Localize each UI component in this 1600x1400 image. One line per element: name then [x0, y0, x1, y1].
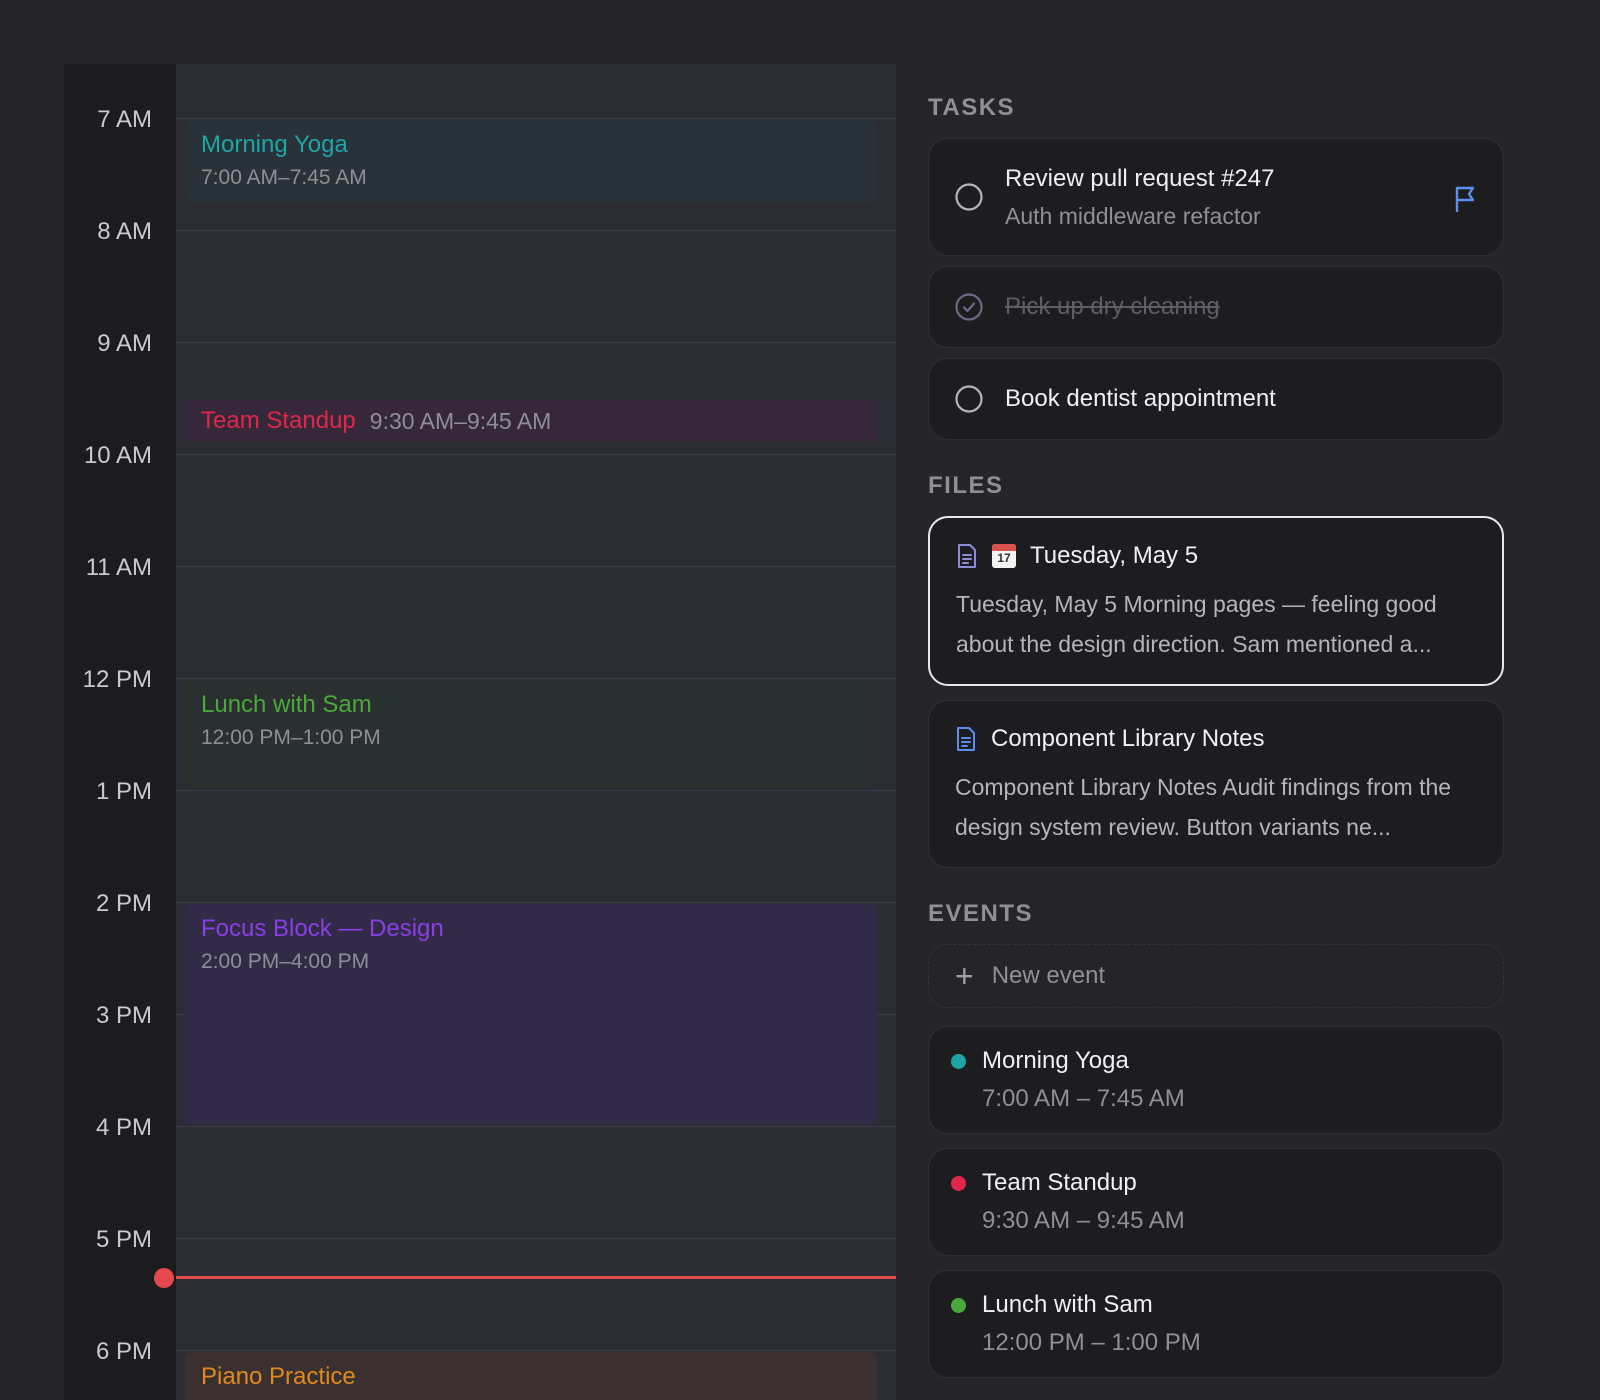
current-time-line [176, 1276, 896, 1279]
event-time: 12:00 PM–1:00 PM [201, 726, 381, 749]
hour-label: 11 AM [85, 554, 152, 581]
task-title: Review pull request #247 [1005, 164, 1275, 192]
event-time: 7:00 AM – 7:45 AM [982, 1085, 1185, 1112]
event-time: 12:00 PM – 1:00 PM [982, 1329, 1201, 1356]
time-gutter [64, 64, 176, 1400]
file-preview: Tuesday, May 5 Morning pages — feeling g… [956, 591, 1437, 657]
hour-label: 4 PM [95, 1114, 152, 1141]
event-color-dot [951, 1175, 966, 1191]
hour-label: 7 AM [97, 106, 152, 133]
event-list-item[interactable]: Morning Yoga 7:00 AM – 7:45 AM [928, 1026, 1504, 1134]
event-time: 9:30 AM – 9:45 AM [982, 1207, 1185, 1234]
event-title: Team Standup [201, 407, 356, 434]
task-checkbox-icon[interactable] [955, 183, 983, 211]
hour-label: 1 PM [95, 778, 152, 805]
event-title: Lunch with Sam [201, 691, 372, 718]
event-title: Team Standup [982, 1169, 1137, 1196]
hour-line [176, 902, 896, 903]
day-calendar[interactable]: 7 AM 8 AM 9 AM 10 AM 11 AM 12 PM 1 PM 2 … [64, 64, 896, 1400]
calendar-event-lunch-with-sam[interactable]: Lunch with Sam 12:00 PM–1:00 PM [185, 680, 877, 788]
files-heading: FILES [928, 472, 1004, 499]
plus-icon: + [955, 958, 974, 994]
event-color-dot [951, 1053, 966, 1069]
hour-line [176, 1238, 896, 1239]
calendar-event-morning-yoga[interactable]: Morning Yoga 7:00 AM–7:45 AM [185, 120, 877, 202]
event-time: 2:00 PM–4:00 PM [201, 950, 370, 973]
hour-line [176, 1350, 896, 1351]
new-event-label: New event [991, 962, 1106, 989]
document-icon [957, 727, 975, 751]
task-completed-icon[interactable] [955, 293, 983, 321]
side-panel: TASKS Review pull request #247 Auth midd… [928, 64, 1504, 1392]
event-title: Piano Practice [201, 1363, 356, 1390]
events-heading: EVENTS [928, 900, 1034, 927]
hour-line [176, 678, 896, 679]
file-preview: Component Library Notes Audit findings f… [955, 774, 1452, 840]
task-checkbox-icon[interactable] [955, 385, 983, 413]
hour-label: 3 PM [95, 1002, 152, 1029]
hour-label: 8 AM [97, 218, 152, 245]
calendar-event-piano-practice[interactable]: Piano Practice [185, 1352, 877, 1400]
calendar-event-team-standup[interactable]: Team Standup 9:30 AM–9:45 AM [185, 400, 877, 442]
hour-label: 5 PM [95, 1226, 152, 1253]
hour-line [176, 790, 896, 791]
task-item[interactable]: Review pull request #247 Auth middleware… [928, 138, 1504, 256]
file-title: Tuesday, May 5 [1030, 542, 1199, 569]
hour-line [176, 1126, 896, 1127]
file-title: Component Library Notes [991, 725, 1265, 752]
file-item[interactable]: Component Library Notes Component Librar… [928, 700, 1504, 868]
flag-icon[interactable] [1453, 185, 1479, 213]
event-list-item[interactable]: Lunch with Sam 12:00 PM – 1:00 PM [928, 1270, 1504, 1378]
task-item[interactable]: Book dentist appointment [928, 358, 1504, 440]
hour-label: 12 PM [82, 666, 152, 693]
hour-line [176, 454, 896, 455]
file-item[interactable]: 17 Tuesday, May 5 Tuesday, May 5 Morning… [928, 516, 1504, 686]
hour-line [176, 342, 896, 343]
event-title: Morning Yoga [201, 131, 348, 158]
hour-line [176, 118, 896, 119]
tasks-heading: TASKS [928, 94, 1016, 121]
hour-line [176, 230, 896, 231]
event-color-dot [951, 1297, 966, 1313]
task-item[interactable]: Pick up dry cleaning [928, 266, 1504, 348]
calendar-emoji-icon: 17 [992, 544, 1016, 568]
task-title: Pick up dry cleaning [1005, 293, 1220, 320]
task-subtitle: Auth middleware refactor [1005, 202, 1261, 229]
hour-label: 6 PM [95, 1338, 152, 1365]
event-title: Lunch with Sam [982, 1291, 1153, 1318]
hour-line [176, 566, 896, 567]
event-title: Focus Block — Design [201, 915, 444, 942]
event-title: Morning Yoga [982, 1047, 1129, 1074]
event-time: 9:30 AM–9:45 AM [369, 407, 552, 434]
new-event-button[interactable]: + New event [928, 944, 1504, 1008]
document-icon [958, 544, 976, 568]
event-list-item[interactable]: Team Standup 9:30 AM – 9:45 AM [928, 1148, 1504, 1256]
event-time: 7:00 AM–7:45 AM [201, 166, 367, 189]
current-time-dot [154, 1268, 174, 1288]
calendar-event-focus-block[interactable]: Focus Block — Design 2:00 PM–4:00 PM [185, 904, 877, 1124]
task-title: Book dentist appointment [1005, 385, 1276, 412]
hour-label: 10 AM [83, 442, 152, 469]
hour-label: 2 PM [95, 890, 152, 917]
hour-label: 9 AM [97, 330, 152, 357]
